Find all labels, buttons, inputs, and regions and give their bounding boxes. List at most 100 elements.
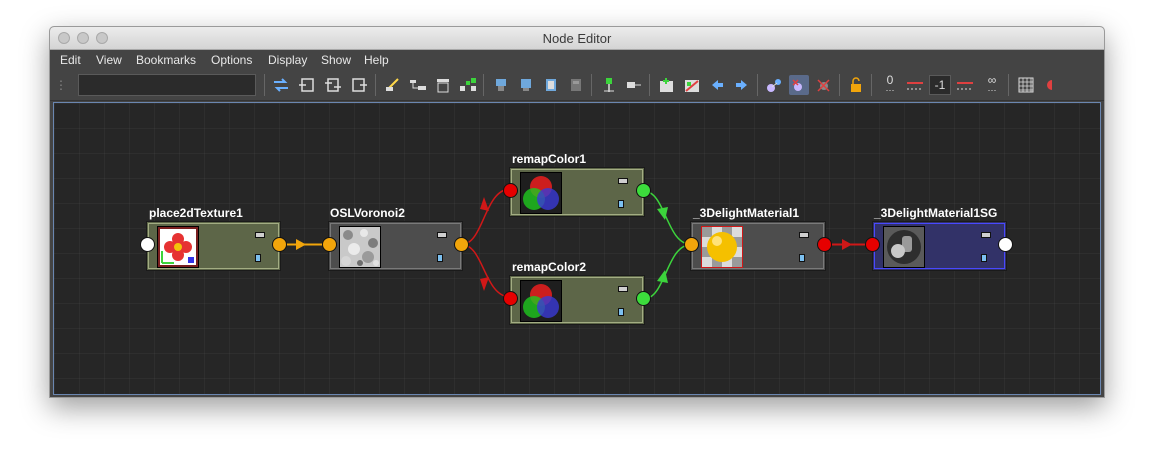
- menu-help[interactable]: Help: [364, 53, 389, 67]
- menu-bookmarks[interactable]: Bookmarks: [136, 53, 196, 67]
- output-connections-icon[interactable]: [349, 75, 369, 95]
- attribute-toggle-icon[interactable]: [981, 232, 991, 238]
- selected-connections-icon[interactable]: [789, 75, 809, 95]
- pin-icon[interactable]: [599, 75, 619, 95]
- output-port[interactable]: [817, 237, 832, 252]
- menu-show[interactable]: Show: [321, 53, 351, 67]
- remap-color-icon: [520, 172, 562, 214]
- attribute-toggle-icon[interactable]: [437, 232, 447, 238]
- decrease-depth-icon[interactable]: [905, 75, 925, 95]
- material-swatch-icon: [701, 226, 743, 268]
- menu-edit[interactable]: Edit: [60, 53, 81, 67]
- lock-icon[interactable]: [846, 75, 866, 95]
- menu-bar: Edit View Bookmarks Options Display Show…: [50, 50, 1104, 70]
- toolbar-separator: [375, 74, 376, 96]
- node-3delightmaterial1[interactable]: [690, 221, 826, 271]
- previous-arrow-icon[interactable]: [707, 75, 727, 95]
- attribute-toggle-icon[interactable]: [618, 200, 624, 208]
- input-port[interactable]: [684, 237, 699, 252]
- window-title: Node Editor: [542, 31, 612, 46]
- wire-remap1-material: [643, 190, 692, 246]
- increase-depth-icon[interactable]: [955, 75, 975, 95]
- wire-voronoi-remap1: [461, 188, 511, 246]
- node-label-place2dtexture1: place2dTexture1: [149, 206, 243, 220]
- swap-graph-icon[interactable]: [271, 75, 291, 95]
- node-3delightmaterial1sg[interactable]: [872, 221, 1007, 271]
- node-oslvoronoi2[interactable]: [328, 221, 463, 271]
- output-port[interactable]: [636, 291, 651, 306]
- output-port[interactable]: [454, 237, 469, 252]
- input-port[interactable]: [140, 237, 155, 252]
- wire-arrow: [296, 239, 306, 250]
- shader-swatch-icon[interactable]: [682, 75, 702, 95]
- connection-style-icon[interactable]: [764, 75, 784, 95]
- title-bar: Node Editor: [50, 27, 1104, 50]
- toolbar-separator: [591, 74, 592, 96]
- node-label-3delightmaterial1: _3DelightMaterial1: [693, 206, 800, 220]
- attribute-toggle-icon[interactable]: [437, 254, 443, 262]
- attribute-toggle-icon[interactable]: [799, 254, 805, 262]
- depth-field[interactable]: -1: [929, 75, 951, 95]
- attribute-toggle-icon[interactable]: [255, 232, 265, 238]
- hide-connections-icon[interactable]: [814, 75, 834, 95]
- menu-view[interactable]: View: [96, 53, 122, 67]
- wire-arrow: [480, 197, 489, 211]
- place2d-texture-icon: [157, 226, 199, 268]
- output-port[interactable]: [636, 183, 651, 198]
- node-label-oslvoronoi2: OSLVoronoi2: [330, 206, 405, 220]
- menu-options[interactable]: Options: [211, 53, 252, 67]
- node-remapcolor1[interactable]: [509, 167, 645, 217]
- shading-group-icon: [883, 226, 925, 268]
- menu-display[interactable]: Display: [268, 53, 307, 67]
- attribute-filter-icon[interactable]: [624, 75, 644, 95]
- toolbar-overflow-icon[interactable]: [1042, 75, 1054, 95]
- input-port[interactable]: [865, 237, 880, 252]
- wire-arrow: [842, 239, 852, 250]
- toolbar-separator: [757, 74, 758, 96]
- attribute-toggle-icon[interactable]: [618, 286, 628, 292]
- display-custom-icon[interactable]: [566, 75, 586, 95]
- output-port[interactable]: [998, 237, 1013, 252]
- input-output-connections-icon[interactable]: [323, 75, 343, 95]
- search-input[interactable]: [78, 74, 256, 96]
- attribute-toggle-icon[interactable]: [255, 254, 261, 262]
- toolbar-separator: [839, 74, 840, 96]
- display-full-icon[interactable]: [541, 75, 561, 95]
- create-node-icon[interactable]: [657, 75, 677, 95]
- depth-zero-label: 0: [886, 73, 894, 87]
- node-place2dtexture1[interactable]: [146, 221, 281, 271]
- grid-icon[interactable]: [1016, 75, 1036, 95]
- display-connected-icon[interactable]: [516, 75, 536, 95]
- node-editor-window: Node Editor Edit View Bookmarks Options …: [49, 26, 1105, 398]
- depth-zero-button[interactable]: 0 ⋯: [879, 73, 901, 95]
- clear-graph-icon[interactable]: [383, 75, 403, 95]
- graph-layout-icon[interactable]: [458, 75, 478, 95]
- wire-voronoi-remap2: [461, 243, 511, 298]
- input-connections-icon[interactable]: [297, 75, 317, 95]
- input-port[interactable]: [322, 237, 337, 252]
- voronoi-texture-icon: [339, 226, 381, 268]
- attribute-toggle-icon[interactable]: [799, 232, 809, 238]
- toolbar-separator: [649, 74, 650, 96]
- wire-remap2-material: [643, 243, 692, 300]
- attribute-toggle-icon[interactable]: [618, 308, 624, 316]
- node-label-remapcolor2: remapColor2: [512, 260, 587, 274]
- toolbar-separator: [871, 74, 872, 96]
- input-port[interactable]: [503, 183, 518, 198]
- next-arrow-icon[interactable]: [732, 75, 752, 95]
- toolbar: ⋮ 0 ⋯ -1 ∞ ⋯: [50, 70, 1104, 101]
- input-port[interactable]: [503, 291, 518, 306]
- attribute-toggle-icon[interactable]: [981, 254, 987, 262]
- display-simple-icon[interactable]: [491, 75, 511, 95]
- output-port[interactable]: [272, 237, 287, 252]
- wire-arrow: [480, 277, 489, 291]
- add-selected-icon[interactable]: [408, 75, 428, 95]
- remap-color-icon: [520, 280, 562, 322]
- graph-canvas[interactable]: place2dTexture1 OSLVoronoi2 remapColor1: [53, 102, 1101, 395]
- remove-selected-icon[interactable]: [433, 75, 453, 95]
- toolbar-separator: [264, 74, 265, 96]
- attribute-toggle-icon[interactable]: [618, 178, 628, 184]
- node-remapcolor2[interactable]: [509, 275, 645, 325]
- toolbar-handle-icon[interactable]: ⋮: [54, 75, 68, 95]
- depth-infinite-button[interactable]: ∞ ⋯: [981, 74, 1003, 95]
